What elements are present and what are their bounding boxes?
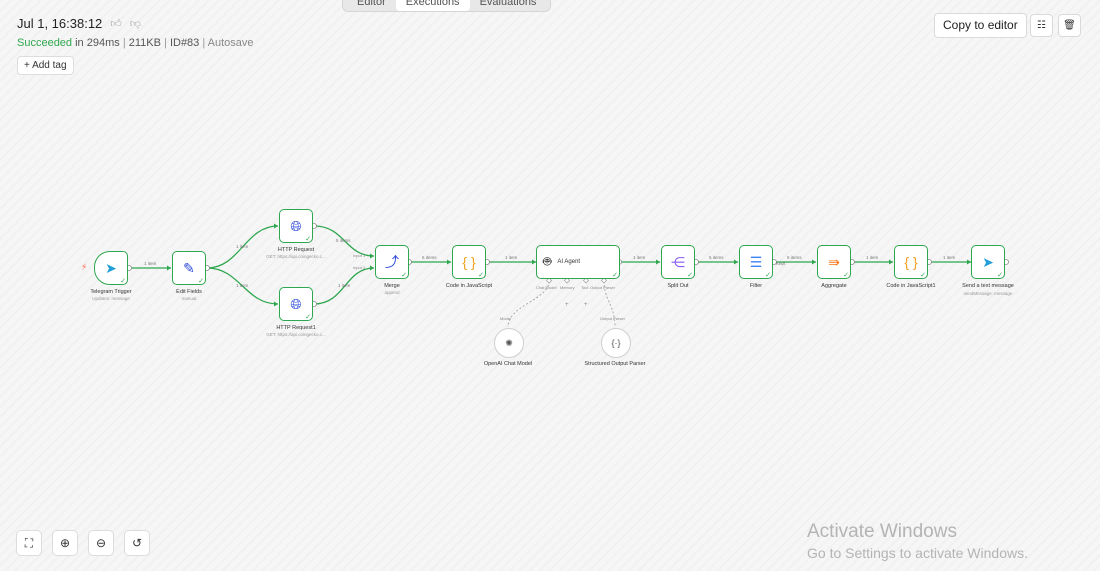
merge-input-label: Input 2: [353, 265, 366, 270]
lightning-icon: ⚡︎: [81, 262, 88, 272]
node-label: Edit Fields: [176, 289, 202, 295]
node-ai-agent[interactable]: 🤖︎ AI Agent ✓: [536, 245, 620, 279]
node-subtitle: GET: https://api.coingecko.c...: [266, 254, 326, 259]
merge-input-label: Input 1: [353, 253, 366, 258]
edge-label: 1 item: [236, 244, 249, 249]
zoom-in-icon[interactable]: ⊕: [52, 530, 78, 556]
globe-icon: 🌐︎: [290, 295, 302, 312]
svg-text:+: +: [584, 302, 588, 308]
node-telegram-trigger[interactable]: ➤ ✓: [94, 251, 128, 285]
node-label: Structured Output Parser: [584, 361, 646, 367]
node-label: Send a text message: [962, 283, 1014, 289]
svg-text:+: +: [565, 302, 569, 308]
edge-label: 6 items: [422, 255, 437, 260]
node-aggregate[interactable]: ⇛ ✓: [817, 245, 851, 279]
check-icon: ✓: [401, 272, 407, 279]
globe-icon: 🌐︎: [290, 217, 302, 234]
windows-watermark-title: Activate Windows: [807, 521, 957, 542]
node-http-request1[interactable]: 🌐︎ ✓: [279, 287, 313, 321]
check-icon: ✓: [305, 314, 311, 321]
node-label: HTTP Request1: [276, 325, 316, 331]
check-icon: ✓: [120, 278, 126, 285]
check-icon: ✓: [612, 272, 618, 279]
node-structured-output-parser[interactable]: {·}: [601, 328, 631, 358]
edge-label: 1 item: [338, 283, 351, 288]
edge-label: 5 items: [336, 238, 351, 243]
node-split-out[interactable]: ⋲ ✓: [661, 245, 695, 279]
node-edit-fields[interactable]: ✎ ✓: [172, 251, 206, 285]
node-label: HTTP Request: [277, 247, 315, 253]
parser-icon: {·}: [611, 338, 621, 348]
check-icon: ✓: [920, 272, 926, 279]
check-icon: ✓: [478, 272, 484, 279]
braces-icon: { }: [904, 254, 918, 270]
edge-label: 5 items: [709, 255, 724, 260]
fit-view-icon[interactable]: ⛶: [16, 530, 42, 556]
split-icon: ⋲: [671, 253, 685, 270]
agent-port-label: Memory: [560, 285, 575, 290]
node-subtitle: sendMessage: message: [963, 291, 1013, 296]
node-subtitle: manual: [181, 296, 197, 301]
node-http-request[interactable]: 🌐︎ ✓: [279, 209, 313, 243]
edge-label: 1 item: [144, 261, 157, 266]
check-icon: ✓: [198, 278, 204, 285]
check-icon: ✓: [305, 236, 311, 243]
agent-port-label: Tool: [581, 285, 589, 290]
model-port-label: Model: [500, 316, 511, 321]
node-openai-chat-model[interactable]: ✺: [494, 328, 524, 358]
agent-port-label: Chat Model: [536, 285, 557, 290]
zoom-out-icon[interactable]: ⊖: [88, 530, 114, 556]
reset-zoom-icon[interactable]: ↺: [124, 530, 150, 556]
check-icon: ✓: [997, 272, 1003, 279]
edge-label: 1 item: [633, 255, 646, 260]
check-icon: ✓: [843, 272, 849, 279]
robot-icon: 🤖︎: [543, 253, 552, 269]
windows-watermark-subtitle: Go to Settings to activate Windows.: [807, 545, 1028, 561]
node-label: Code in JavaScript: [445, 283, 493, 289]
node-subtitle: append: [384, 290, 400, 295]
node-merge[interactable]: ⤴ ✓: [375, 245, 409, 279]
pencil-icon: ✎: [183, 259, 195, 276]
node-filter[interactable]: ☰ ✓: [739, 245, 773, 279]
node-code-javascript[interactable]: { } ✓: [452, 245, 486, 279]
edge-label: 1 item: [866, 255, 879, 260]
parser-port-label: Output Parser: [600, 316, 625, 321]
node-subtitle: GET: https://api.coingecko.c...: [266, 332, 326, 337]
check-icon: ✓: [687, 272, 693, 279]
edge-label: 1 item: [943, 255, 956, 260]
edge-label: Kept: [776, 261, 786, 266]
edge-label: 5 items: [787, 255, 802, 260]
braces-icon: { }: [462, 254, 476, 270]
openai-icon: ✺: [505, 337, 513, 348]
node-send-message[interactable]: ➤ ✓: [971, 245, 1005, 279]
node-code-javascript1[interactable]: { } ✓: [894, 245, 928, 279]
telegram-icon: ➤: [105, 259, 117, 276]
aggregate-icon: ⇛: [828, 253, 840, 270]
check-icon: ✓: [765, 272, 771, 279]
telegram-icon: ➤: [982, 253, 994, 270]
filter-icon: ☰: [749, 253, 763, 270]
edge-label: 1 item: [236, 283, 249, 288]
agent-port-label: Output Parser: [590, 285, 615, 290]
node-label: OpenAI Chat Model: [483, 361, 533, 367]
edge-label: 1 item: [505, 255, 518, 260]
merge-icon: ⤴: [385, 254, 399, 270]
node-label: AI Agent: [557, 259, 581, 265]
